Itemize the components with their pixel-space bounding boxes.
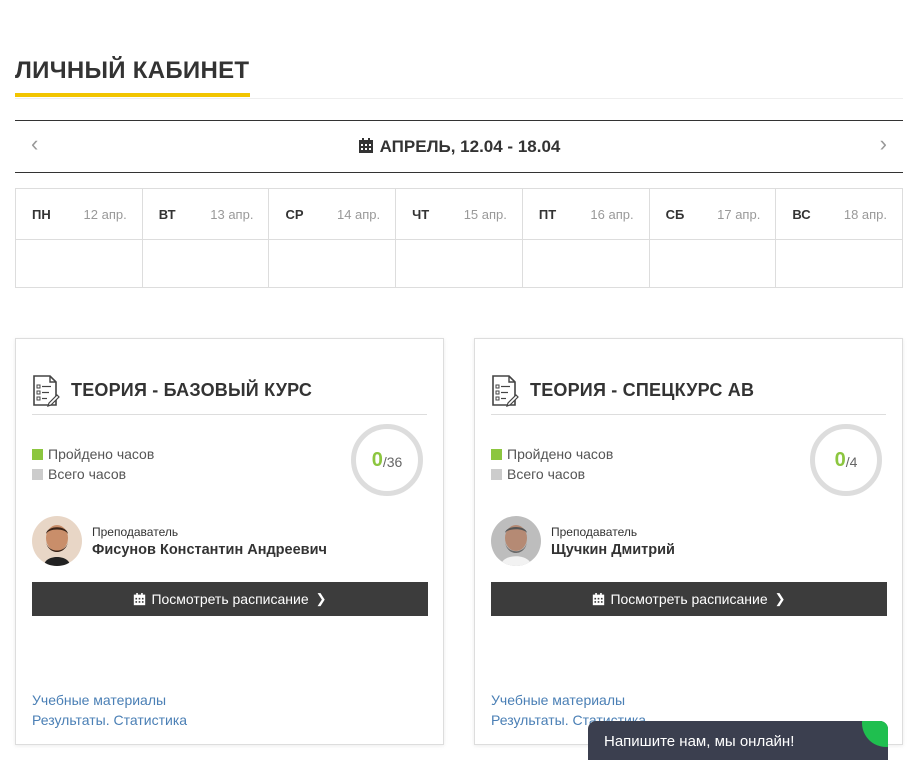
week-days-grid: ПН 12 апр. ВТ 13 апр. СР 14 апр. ЧТ 15 апр. … — [15, 188, 903, 288]
week-navigator: ‹ АПРЕЛЬ, 12.04 - 18.04 › — [15, 120, 903, 173]
calendar-icon — [358, 138, 373, 153]
calendar-icon — [593, 592, 605, 605]
title-underline-accent — [15, 93, 250, 97]
day-date: 15 апр. — [463, 206, 507, 222]
day-column[interactable]: ВТ 13 апр. — [142, 189, 270, 287]
document-checklist-icon — [492, 375, 519, 407]
day-column[interactable]: ЧТ 15 апр. — [396, 189, 523, 287]
legend-done-swatch — [491, 448, 502, 460]
day-name: ПТ — [538, 206, 557, 222]
course-card-header: ТЕОРИЯ - БАЗОВЫЙ КУРС — [32, 375, 427, 415]
teacher-label: Преподаватель — [92, 525, 179, 539]
day-column[interactable]: СР 14 апр. — [269, 189, 397, 287]
online-status-indicator — [862, 721, 888, 747]
hours-progress-ring: 0/36 — [351, 424, 423, 496]
chat-widget-label: Напишите нам, мы онлайн! — [604, 733, 795, 750]
hours-done-value: 0 — [834, 448, 846, 471]
next-week-arrow[interactable]: › — [880, 131, 887, 157]
day-date: 14 апр. — [336, 206, 381, 222]
hours-legend: Пройдено часов Всего часов — [32, 444, 154, 484]
page-title: ЛИЧНЫЙ КАБИНЕТ — [15, 57, 250, 84]
legend-total-label: Всего часов — [507, 466, 586, 482]
course-card-header: ТЕОРИЯ - СПЕЦКУРС АВ — [491, 375, 886, 415]
day-column[interactable]: ПН 12 апр. — [16, 189, 143, 287]
day-name: ВС — [792, 206, 811, 222]
legend-total-swatch — [32, 468, 43, 480]
day-date: 17 апр. — [717, 206, 761, 222]
day-date: 12 апр. — [83, 206, 127, 222]
hours-total-value: /36 — [382, 454, 403, 470]
course-title: ТЕОРИЯ - БАЗОВЫЙ КУРС — [71, 380, 313, 400]
study-materials-link[interactable]: Учебные материалы — [32, 690, 187, 710]
course-card: ТЕОРИЯ - СПЕЦКУРС АВ Пройдено часов Всег… — [474, 338, 903, 745]
view-schedule-label: Посмотреть расписание — [151, 591, 309, 607]
calendar-icon — [134, 592, 146, 605]
teacher-name: Щучкин Дмитрий — [551, 542, 675, 558]
course-card: ТЕОРИЯ - БАЗОВЫЙ КУРС Пройдено часов Все… — [15, 338, 444, 745]
legend-done-label: Пройдено часов — [507, 446, 614, 462]
day-date: 13 апр. — [210, 206, 254, 222]
teacher-avatar — [32, 516, 82, 566]
course-links: Учебные материалы Результаты. Статистика — [32, 690, 187, 730]
legend-total-swatch — [491, 468, 502, 480]
day-column[interactable]: СБ 17 апр. — [649, 189, 777, 287]
title-divider — [15, 98, 903, 99]
day-date: 16 апр. — [590, 206, 634, 222]
legend-total-label: Всего часов — [48, 466, 127, 482]
hours-done-value: 0 — [371, 448, 383, 471]
document-checklist-icon — [33, 375, 60, 407]
hours-legend: Пройдено часов Всего часов — [491, 444, 613, 484]
course-title: ТЕОРИЯ - СПЕЦКУРС АВ — [530, 380, 755, 400]
study-materials-link[interactable]: Учебные материалы — [491, 690, 646, 710]
day-column[interactable]: ВС 18 апр. — [776, 189, 903, 287]
results-statistics-link[interactable]: Результаты. Статистика — [32, 710, 187, 730]
week-range-text: АПРЕЛЬ, 12.04 - 18.04 — [379, 137, 561, 156]
day-column[interactable]: ПТ 16 апр. — [522, 189, 650, 287]
day-name: СР — [285, 206, 304, 222]
teacher-name: Фисунов Константин Андреевич — [92, 542, 327, 558]
view-schedule-button[interactable]: Посмотреть расписание ❯ — [32, 582, 428, 616]
legend-done-swatch — [32, 448, 43, 460]
day-date: 18 апр. — [843, 206, 888, 222]
view-schedule-button[interactable]: Посмотреть расписание ❯ — [491, 582, 887, 616]
week-label: АПРЕЛЬ, 12.04 - 18.04 — [15, 137, 903, 157]
day-name: СБ — [665, 206, 685, 222]
legend-done-label: Пройдено часов — [48, 446, 155, 462]
day-name: ПН — [32, 206, 51, 222]
online-chat-widget[interactable]: Напишите нам, мы онлайн! — [588, 721, 888, 760]
day-name: ВТ — [158, 206, 176, 222]
teacher-avatar — [491, 516, 541, 566]
day-name: ЧТ — [412, 206, 430, 222]
hours-total-value: /4 — [845, 454, 858, 470]
chevron-right-icon: ❯ — [315, 591, 327, 606]
teacher-label: Преподаватель — [551, 525, 638, 539]
chevron-right-icon: ❯ — [774, 591, 786, 606]
hours-progress-ring: 0/4 — [810, 424, 882, 496]
view-schedule-label: Посмотреть расписание — [610, 591, 768, 607]
